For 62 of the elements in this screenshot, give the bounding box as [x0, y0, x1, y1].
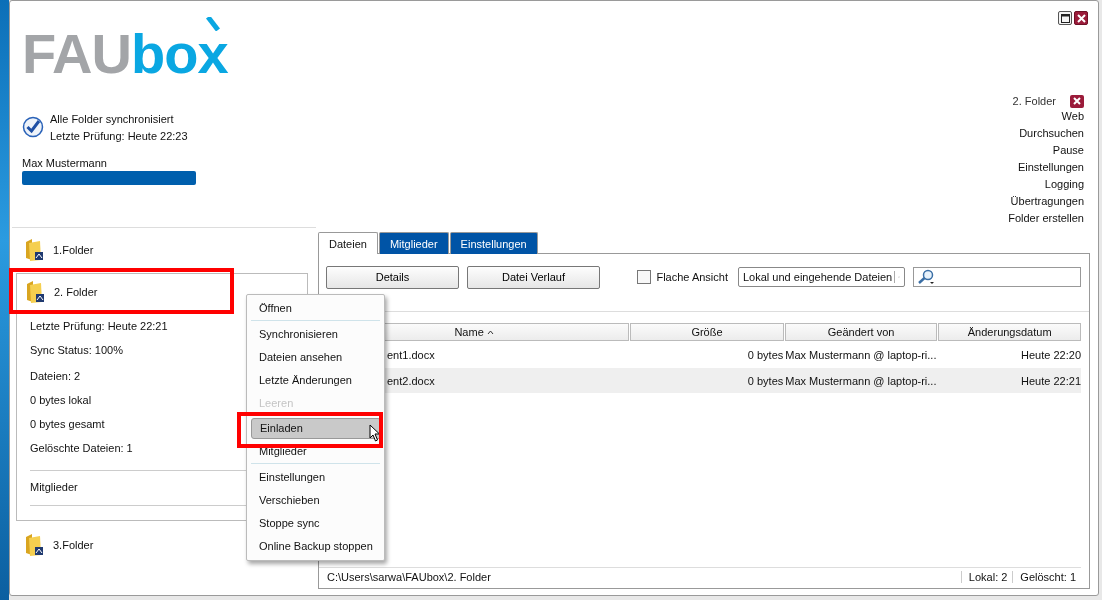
- table-cell: Max Mustermann @ laptop-ri...: [785, 348, 937, 361]
- folder-item[interactable]: 2. Folder: [17, 274, 104, 310]
- user-name: Max Mustermann: [22, 156, 108, 169]
- status-count: Gelöscht: 1: [1012, 571, 1081, 583]
- menu-item[interactable]: Einladen: [251, 418, 381, 439]
- table-cell: 0 bytes: [747, 374, 784, 387]
- folder-icon: [24, 238, 44, 262]
- current-folder-label: 2. Folder: [1012, 95, 1056, 107]
- sync-status-text: Alle Folder synchronisiert: [50, 112, 175, 125]
- toolbar-button[interactable]: Datei Verlauf: [467, 265, 600, 289]
- folder-icon: [24, 533, 44, 557]
- folder-item[interactable]: 1.Folder: [12, 236, 316, 264]
- action-link[interactable]: Einstellungen: [1017, 159, 1084, 176]
- tab[interactable]: Dateien: [318, 232, 378, 254]
- action-link[interactable]: Durchsuchen: [1019, 125, 1084, 142]
- menu-item[interactable]: Öffnen: [251, 297, 380, 321]
- folder-icon: [25, 280, 45, 304]
- menu-item[interactable]: Letzte Änderungen: [251, 369, 380, 392]
- table-cell: ent2.docx: [387, 374, 435, 387]
- column-header[interactable]: Geändert von: [784, 323, 938, 341]
- menu-item[interactable]: Mitglieder: [251, 440, 380, 464]
- folder-detail: 0 bytes lokal: [30, 393, 92, 408]
- menu-item[interactable]: Stoppe sync: [251, 512, 380, 535]
- table-cell: ent1.docx: [387, 348, 435, 361]
- checkbox[interactable]: [637, 270, 652, 284]
- folder-detail: 0 bytes gesamt: [30, 417, 105, 432]
- column-header[interactable]: Änderungsdatum: [938, 323, 1081, 341]
- sort-icon: [486, 329, 494, 335]
- column-header[interactable]: Größe: [630, 323, 784, 341]
- table-cell: Max Mustermann @ laptop-ri...: [785, 374, 937, 387]
- folder-detail: Dateien: 2: [30, 369, 81, 384]
- menu-item[interactable]: Dateien ansehen: [251, 346, 380, 369]
- folder-detail: Letzte Prüfung: Heute 22:21: [30, 319, 168, 334]
- members-label: Mitglieder: [30, 481, 78, 493]
- table-cell: Heute 22:21: [1021, 374, 1081, 387]
- checkbox-label: Flache Ansicht: [656, 271, 728, 283]
- tab[interactable]: Einstellungen: [449, 232, 538, 254]
- menu-item[interactable]: Einstellungen: [251, 466, 380, 489]
- search-field[interactable]: [913, 267, 1081, 287]
- maximize-button[interactable]: [1058, 11, 1072, 25]
- folder-detail: Sync Status: 100%: [30, 343, 123, 358]
- folder-detail: Gelöschte Dateien: 1: [30, 441, 133, 456]
- menu-item[interactable]: Online Backup stoppen: [251, 535, 380, 558]
- close-button[interactable]: [1074, 11, 1088, 25]
- status-count: Lokal: 2: [960, 571, 1013, 583]
- filter-dropdown[interactable]: Lokal und eingehende Dateien: [738, 267, 905, 287]
- folder-path: C:\Users\sarwa\FAUbox\2. Folder: [326, 571, 492, 583]
- last-check-text: Letzte Prüfung: Heute 22:23: [50, 129, 188, 142]
- tab[interactable]: Mitglieder: [378, 232, 449, 254]
- cursor-icon: [369, 424, 381, 442]
- table-cell: Heute 22:20: [1021, 348, 1081, 361]
- action-link[interactable]: Folder erstellen: [1008, 210, 1084, 227]
- search-icon: [916, 269, 936, 285]
- menu-item[interactable]: Verschieben: [251, 489, 380, 512]
- action-link[interactable]: Web: [1061, 108, 1084, 125]
- action-link[interactable]: Pause: [1052, 142, 1084, 159]
- action-link[interactable]: Übertragungen: [1010, 193, 1084, 210]
- logo: FAUbox: [22, 17, 228, 85]
- close-folder-button[interactable]: [1070, 94, 1084, 108]
- table-cell: 0 bytes: [747, 348, 784, 361]
- toolbar-button[interactable]: Details: [326, 265, 459, 289]
- action-link[interactable]: Logging: [1044, 176, 1084, 193]
